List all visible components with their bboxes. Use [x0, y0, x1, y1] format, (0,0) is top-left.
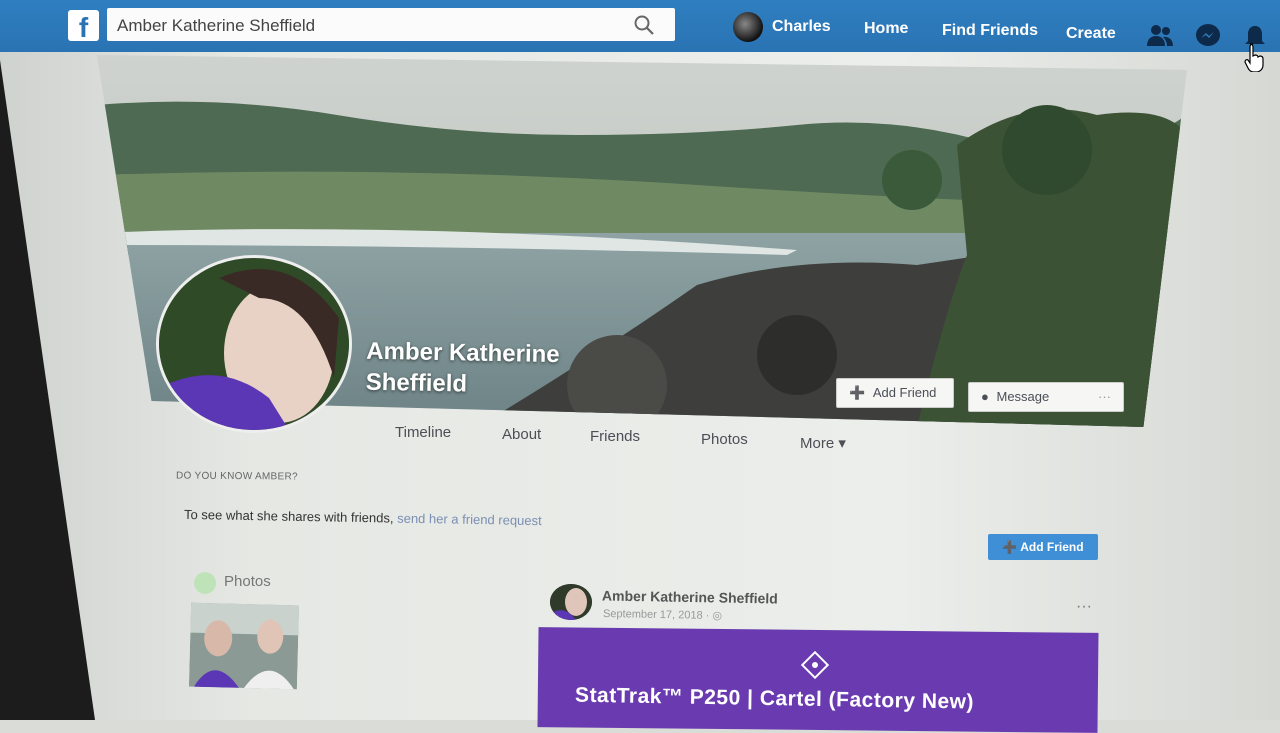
- search-box[interactable]: [107, 8, 675, 43]
- post-date[interactable]: September 17, 2018 · ◎: [603, 607, 722, 622]
- facebook-logo[interactable]: f: [68, 10, 99, 43]
- top-navigation-bar: f Charles Home Find Friends Create: [0, 0, 1280, 52]
- post-date-label: September 17, 2018 ·: [602, 607, 710, 622]
- user-avatar[interactable]: [733, 12, 763, 42]
- add-friend-label: Add Friend: [872, 385, 937, 400]
- nav-find-friends-link[interactable]: Find Friends: [942, 22, 1038, 40]
- add-friend-button[interactable]: ➕ Add Friend: [836, 378, 954, 408]
- more-options-icon[interactable]: ···: [1098, 383, 1111, 411]
- post-author-name[interactable]: Amber Katherine Sheffield: [602, 587, 778, 606]
- photo-thumbnail[interactable]: [188, 602, 300, 690]
- add-friend-label: Add Friend: [1020, 540, 1084, 554]
- shared-item-card[interactable]: [537, 627, 1099, 733]
- message-label: Message: [996, 389, 1050, 404]
- item-icon: [800, 650, 830, 680]
- photos-heading-label: Photos: [224, 573, 271, 590]
- do-you-know-heading: DO YOU KNOW AMBER?: [175, 470, 298, 483]
- tab-timeline[interactable]: Timeline: [395, 424, 451, 441]
- tab-more[interactable]: More ▾: [800, 434, 846, 452]
- message-button[interactable]: ● Message ···: [968, 382, 1124, 412]
- profile-picture[interactable]: [156, 255, 352, 433]
- add-friend-icon: ➕: [1002, 540, 1018, 554]
- monitor-bezel: [0, 60, 95, 720]
- friend-request-link[interactable]: send her a friend request: [397, 511, 542, 529]
- add-friend-icon: ➕: [849, 385, 866, 400]
- nav-create-link[interactable]: Create: [1066, 25, 1116, 43]
- tab-friends[interactable]: Friends: [590, 428, 640, 445]
- nav-user-name[interactable]: Charles: [772, 18, 831, 36]
- messenger-icon[interactable]: [1195, 23, 1223, 49]
- tab-about[interactable]: About: [502, 426, 541, 443]
- tab-photos[interactable]: Photos: [701, 431, 748, 448]
- message-icon: ●: [981, 389, 989, 404]
- globe-icon: ◎: [712, 609, 723, 623]
- search-icon[interactable]: [633, 14, 655, 36]
- profile-name: Amber Katherine Sheffield: [365, 337, 560, 398]
- post-author-avatar[interactable]: [550, 584, 592, 620]
- hand-cursor-icon: [1244, 43, 1264, 72]
- search-input[interactable]: [115, 8, 619, 43]
- nav-home-link[interactable]: Home: [864, 20, 908, 38]
- add-friend-button-secondary[interactable]: ➕ Add Friend: [988, 534, 1098, 560]
- friends-icon[interactable]: [1146, 22, 1174, 48]
- photos-heading[interactable]: Photos: [194, 573, 271, 590]
- post-options-button[interactable]: ···: [1076, 598, 1092, 616]
